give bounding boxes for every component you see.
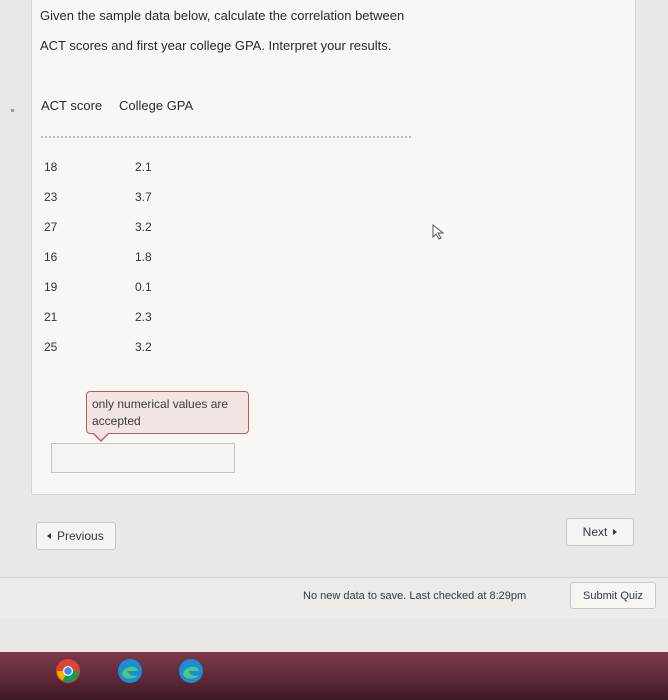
save-status: No new data to save. Last checked at 8:2… [303, 590, 527, 602]
chevron-left-icon [47, 533, 51, 539]
column-header-act: ACT score [41, 98, 103, 113]
table-row: 21 2.3 [32, 310, 332, 330]
act-score-cell: 16 [44, 250, 58, 264]
table-row: 25 3.2 [32, 340, 332, 360]
table-row: 18 2.1 [32, 160, 332, 180]
taskbar [0, 652, 668, 700]
act-score-cell: 27 [44, 220, 58, 234]
act-score-cell: 19 [44, 280, 58, 294]
tooltip-arrow [92, 432, 110, 442]
chrome-icon[interactable] [55, 658, 81, 684]
table-divider [41, 136, 411, 138]
table-row: 19 0.1 [32, 280, 332, 300]
gpa-cell: 1.8 [135, 250, 152, 264]
mouse-cursor-icon [432, 224, 445, 240]
table-row: 27 3.2 [32, 220, 332, 240]
chevron-right-icon [613, 529, 618, 535]
gpa-cell: 3.7 [135, 190, 152, 204]
validation-tooltip: only numerical values are accepted [86, 391, 249, 434]
next-button[interactable]: Next [566, 518, 634, 546]
edge-icon[interactable] [178, 658, 204, 684]
gpa-cell: 0.1 [135, 280, 152, 294]
act-score-cell: 21 [44, 310, 58, 324]
table-row: 16 1.8 [32, 250, 332, 270]
gpa-cell: 2.3 [135, 310, 152, 324]
gpa-cell: 3.2 [135, 220, 152, 234]
previous-label: Previous [57, 529, 104, 543]
answer-input[interactable] [51, 443, 235, 473]
column-header-gpa: College GPA [119, 98, 194, 113]
table-row: 23 3.7 [32, 190, 332, 210]
question-card: Given the sample data below, calculate t… [31, 0, 636, 495]
question-text-line-1: Given the sample data below, calculate t… [40, 8, 405, 23]
edge-icon[interactable] [117, 658, 143, 684]
act-score-cell: 18 [44, 160, 58, 174]
act-score-cell: 25 [44, 340, 58, 354]
gpa-cell: 2.1 [135, 160, 152, 174]
scroll-marker [11, 109, 14, 112]
act-score-cell: 23 [44, 190, 58, 204]
question-text-line-2: ACT scores and first year college GPA. I… [40, 38, 392, 53]
submit-quiz-button[interactable]: Submit Quiz [570, 582, 656, 609]
gpa-cell: 3.2 [135, 340, 152, 354]
next-label: Next [582, 525, 608, 539]
previous-button[interactable]: Previous [36, 522, 116, 550]
